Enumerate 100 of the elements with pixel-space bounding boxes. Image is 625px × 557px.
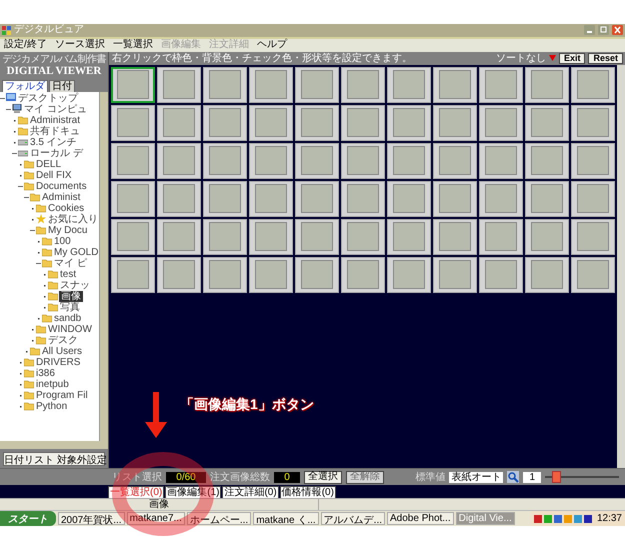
cover-select[interactable]: 表紙オート [449, 472, 504, 483]
thumbnail[interactable] [203, 142, 247, 179]
thumbnail[interactable] [249, 256, 293, 293]
thumbnail[interactable] [387, 142, 431, 179]
thumbnail[interactable] [387, 66, 431, 103]
thumbnail[interactable] [203, 180, 247, 217]
toolbar-button[interactable]: Reset [588, 52, 623, 64]
thumbnail[interactable] [479, 66, 523, 103]
thumbnail[interactable] [203, 104, 247, 141]
tree-item[interactable]: 共有ドキュ [29, 126, 81, 137]
toolbar-button[interactable]: Exit [558, 52, 586, 64]
thumbnail[interactable] [341, 66, 385, 103]
thumbnail[interactable] [295, 104, 339, 141]
tree-item[interactable]: Cookies [47, 202, 86, 214]
thumbnail[interactable] [341, 142, 385, 179]
thumbnail[interactable] [525, 66, 569, 103]
thumbnail[interactable] [387, 218, 431, 255]
menu-item[interactable]: ソース選択 [54, 39, 105, 52]
thumbnail[interactable] [111, 142, 155, 179]
thumbnail[interactable] [433, 142, 477, 179]
tree-item[interactable]: inetpub [35, 378, 70, 390]
tree-item[interactable]: i386 [35, 368, 56, 379]
maximize-icon[interactable] [598, 25, 609, 36]
tree-item[interactable]: Administ [41, 192, 82, 203]
tree-item[interactable]: 3.5 インチ [29, 136, 78, 148]
menu-item[interactable]: ヘルプ [256, 39, 287, 52]
tree-item[interactable]: Administrat [29, 114, 82, 126]
thumbnail[interactable] [249, 142, 293, 179]
tree-item[interactable]: My Docu [47, 224, 88, 236]
thumbnail[interactable] [111, 218, 155, 255]
sidebar-tab[interactable]: 日付 [49, 80, 75, 92]
thumbnail[interactable] [525, 180, 569, 217]
thumbnail[interactable] [111, 180, 155, 217]
thumbnail[interactable] [433, 104, 477, 141]
tree-item[interactable]: スナッ [59, 280, 91, 291]
thumbnail[interactable] [571, 104, 615, 141]
thumbnail[interactable] [479, 142, 523, 179]
tree-item[interactable]: WINDOW [47, 324, 93, 335]
tree-item[interactable]: sandb [53, 312, 82, 324]
tree-item[interactable]: Program Fil [35, 390, 89, 401]
thumbnail[interactable] [295, 256, 339, 293]
taskbar-button[interactable]: アルバムデ... [320, 512, 386, 525]
thumbnail[interactable] [479, 104, 523, 141]
thumbnail[interactable] [479, 218, 523, 255]
thumbnail[interactable] [571, 218, 615, 255]
scrollbar[interactable] [0, 441, 108, 450]
thumbnail[interactable] [571, 66, 615, 103]
tree-item[interactable]: 100 [53, 236, 72, 247]
tree-item[interactable]: お気に入り [47, 214, 99, 225]
thumbnail[interactable] [571, 142, 615, 179]
thumbnail[interactable] [249, 104, 293, 141]
thumbnail[interactable] [295, 142, 339, 179]
thumbnail[interactable] [111, 256, 155, 293]
thumbnail[interactable] [341, 218, 385, 255]
menu-item[interactable]: 一覧選択 [112, 39, 153, 52]
thumbnail[interactable] [525, 218, 569, 255]
tree-item[interactable]: My GOLD [53, 246, 99, 258]
tab[interactable]: 注文詳細(0) [222, 486, 279, 498]
thumbnail[interactable] [433, 66, 477, 103]
close-icon[interactable] [612, 25, 623, 36]
thumbnail[interactable] [157, 66, 201, 103]
thumbnail[interactable] [157, 104, 201, 141]
thumbnail[interactable] [433, 218, 477, 255]
thumbnail[interactable] [295, 218, 339, 255]
thumbnail[interactable] [295, 180, 339, 217]
thumbnail[interactable] [157, 142, 201, 179]
tree-item[interactable]: マイ コンピュ [23, 104, 88, 115]
taskbar-button[interactable]: Adobe Phot... [387, 512, 454, 525]
tree-item[interactable]: ローカル デ [29, 148, 84, 159]
sort-label[interactable]: ソートなし [496, 51, 546, 66]
start-button[interactable]: スタート [0, 511, 56, 526]
tree-item[interactable]: DELL [35, 158, 62, 170]
tree-item[interactable]: All Users [41, 346, 84, 357]
taskbar-button[interactable]: matkane く... [253, 512, 319, 525]
dropdown-icon[interactable] [548, 55, 556, 62]
tree-item[interactable]: Documents [35, 180, 88, 192]
search-icon[interactable] [507, 471, 520, 484]
tab[interactable]: 価格情報(0) [280, 486, 336, 498]
thumbnail[interactable] [249, 218, 293, 255]
thumbnail[interactable] [433, 180, 477, 217]
tree-item[interactable]: マイ ピ [53, 258, 88, 269]
tree-item[interactable]: DRIVERS [35, 356, 82, 368]
tree-item[interactable]: Dell FIX [35, 170, 73, 181]
thumbnail[interactable] [387, 104, 431, 141]
thumbnail[interactable] [203, 218, 247, 255]
scrollbar[interactable] [99, 92, 108, 442]
thumbnail[interactable] [249, 66, 293, 103]
thumbnail[interactable] [111, 66, 155, 103]
thumbnail[interactable] [295, 66, 339, 103]
thumbnail[interactable] [525, 256, 569, 293]
taskbar-button[interactable]: 2007年賀状... [58, 512, 125, 525]
scrollbar[interactable] [617, 64, 625, 468]
thumbnail[interactable] [479, 256, 523, 293]
sidebar-tab[interactable]: フォルダ [2, 80, 48, 92]
thumbnail[interactable] [525, 142, 569, 179]
slider-thumb[interactable] [552, 471, 562, 484]
thumbnail[interactable] [387, 180, 431, 217]
thumbnail[interactable] [157, 180, 201, 217]
thumbnail[interactable] [203, 256, 247, 293]
thumbnail[interactable] [341, 180, 385, 217]
